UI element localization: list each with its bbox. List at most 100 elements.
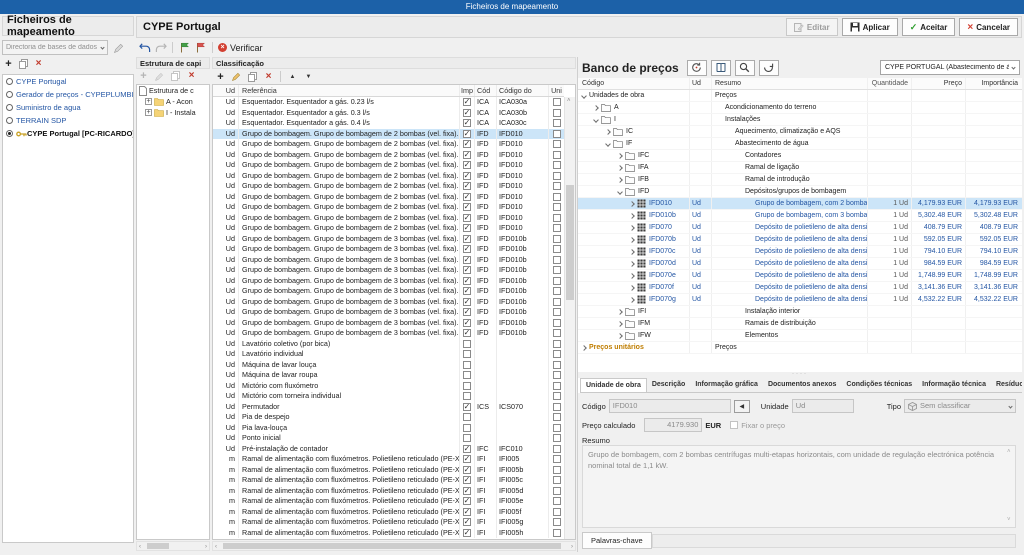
uni-checkbox[interactable] <box>553 182 561 190</box>
uni-checkbox[interactable] <box>553 403 561 411</box>
classification-row[interactable]: UdPermutadorICSICS070 <box>213 402 564 413</box>
classification-row[interactable]: mRamal de alimentação com fluxómetros. P… <box>213 517 564 528</box>
uni-checkbox[interactable] <box>553 529 561 537</box>
uni-checkbox[interactable] <box>553 277 561 285</box>
classification-row[interactable]: UdGrupo de bombagem. Grupo de bombagem d… <box>213 265 564 276</box>
uni-checkbox[interactable] <box>553 424 561 432</box>
price-tree-row[interactable]: ICAquecimento, climatização e AQS <box>578 126 1022 138</box>
uni-checkbox[interactable] <box>553 518 561 526</box>
aceitar-button[interactable]: ✓ Aceitar <box>902 18 956 36</box>
scroll-right-icon[interactable]: › <box>571 544 573 550</box>
classification-row[interactable]: UdGrupo de bombagem. Grupo de bombagem d… <box>213 213 564 224</box>
col-resumo[interactable]: Resumo <box>712 78 868 89</box>
unidade-field[interactable]: Ud <box>792 399 854 413</box>
copy-chapter-button[interactable] <box>169 70 182 83</box>
editar-button[interactable]: Editar <box>786 18 838 36</box>
edit-chapter-button[interactable] <box>153 70 166 83</box>
imp-checkbox[interactable] <box>463 361 471 369</box>
redo-button[interactable] <box>154 41 167 54</box>
classification-row[interactable]: UdGrupo de bombagem. Grupo de bombagem d… <box>213 234 564 245</box>
classification-row[interactable]: mRamal de alimentação com fluxómetros. P… <box>213 465 564 476</box>
imp-checkbox[interactable] <box>463 172 471 180</box>
structure-hscrollbar[interactable]: ‹ › <box>136 541 210 551</box>
copy-row-button[interactable] <box>246 70 259 83</box>
cancelar-button[interactable]: × Cancelar <box>959 18 1018 36</box>
col-uni[interactable]: Uni <box>549 85 564 96</box>
expand-icon[interactable] <box>617 165 623 171</box>
price-tree-row[interactable]: Unidades de obraPreços <box>578 90 1022 102</box>
expand-icon[interactable] <box>617 309 623 315</box>
uni-checkbox[interactable] <box>553 455 561 463</box>
imp-checkbox[interactable] <box>463 329 471 337</box>
imp-checkbox[interactable] <box>463 161 471 169</box>
price-tree-row[interactable]: IFDDepósitos/grupos de bombagem <box>578 186 1022 198</box>
undo-button[interactable] <box>138 41 151 54</box>
imp-checkbox[interactable] <box>463 109 471 117</box>
expand-icon[interactable] <box>629 285 635 291</box>
uni-checkbox[interactable] <box>553 235 561 243</box>
assign-code-button[interactable]: ◀ <box>734 400 750 413</box>
imp-checkbox[interactable] <box>463 319 471 327</box>
database-item[interactable]: Gerador de preços - CYPEPLUMBI.. <box>3 88 133 101</box>
classification-row[interactable]: mRamal de alimentação com fluxómetros. P… <box>213 486 564 497</box>
uni-checkbox[interactable] <box>553 308 561 316</box>
imp-checkbox[interactable] <box>463 350 471 358</box>
col-ud[interactable]: Ud <box>690 78 712 89</box>
tipo-dropdown[interactable]: Sem classificar <box>904 399 1016 413</box>
classification-row[interactable]: UdMáquina de lavar louça <box>213 360 564 371</box>
scroll-down-icon[interactable]: ˅ <box>1007 516 1011 525</box>
uni-checkbox[interactable] <box>553 487 561 495</box>
imp-checkbox[interactable] <box>463 214 471 222</box>
price-tree-row[interactable]: IFARamal de ligação <box>578 162 1022 174</box>
classification-row[interactable]: UdLavatório coletivo (por bica) <box>213 339 564 350</box>
tab-unidade-de-obra[interactable]: Unidade de obra <box>580 378 647 392</box>
move-up-button[interactable]: ▲ <box>286 70 299 83</box>
price-tree-row[interactable]: IFMRamais de distribuição <box>578 318 1022 330</box>
imp-checkbox[interactable] <box>463 298 471 306</box>
uni-checkbox[interactable] <box>553 371 561 379</box>
col-codigo[interactable]: Código <box>578 78 690 89</box>
verify-button[interactable]: × Verificar <box>218 41 263 54</box>
classification-row[interactable]: mRamal de alimentação com fluxómetros. P… <box>213 507 564 518</box>
uni-checkbox[interactable] <box>553 508 561 516</box>
classification-row[interactable]: UdGrupo de bombagem. Grupo de bombagem d… <box>213 129 564 140</box>
radio-button-icon[interactable] <box>6 130 13 137</box>
scroll-thumb[interactable] <box>147 543 169 549</box>
uni-checkbox[interactable] <box>553 298 561 306</box>
imp-checkbox[interactable] <box>463 392 471 400</box>
classification-row[interactable]: mRamal de alimentação com fluxómetros. P… <box>213 496 564 507</box>
uni-checkbox[interactable] <box>553 109 561 117</box>
copy-database-button[interactable] <box>17 58 30 71</box>
green-flag-button[interactable] <box>178 41 191 54</box>
col-ud[interactable]: Ud <box>213 85 239 96</box>
classification-row[interactable]: UdMictório com torneira individual <box>213 391 564 402</box>
refresh-button[interactable] <box>759 60 779 76</box>
collapse-icon[interactable] <box>617 189 623 195</box>
scroll-thumb[interactable] <box>566 185 574 300</box>
price-tree-row[interactable]: IFD070bUdDepósito de polietileno de alta… <box>578 234 1022 246</box>
add-row-button[interactable]: + <box>214 70 227 83</box>
scroll-up-icon[interactable]: ˄ <box>567 98 571 104</box>
classification-row[interactable]: UdGrupo de bombagem. Grupo de bombagem d… <box>213 255 564 266</box>
imp-checkbox[interactable] <box>463 266 471 274</box>
classification-row[interactable]: UdMáquina de lavar roupa <box>213 370 564 381</box>
imp-checkbox[interactable] <box>463 413 471 421</box>
uni-checkbox[interactable] <box>553 245 561 253</box>
col-imp[interactable]: Imp <box>460 85 475 96</box>
history-button[interactable] <box>687 60 707 76</box>
uni-checkbox[interactable] <box>553 287 561 295</box>
window-titlebar[interactable]: Ficheiros de mapeamento <box>0 0 1024 14</box>
uni-checkbox[interactable] <box>553 319 561 327</box>
classification-row[interactable]: UdGrupo de bombagem. Grupo de bombagem d… <box>213 318 564 329</box>
imp-checkbox[interactable] <box>463 182 471 190</box>
classification-row[interactable]: UdGrupo de bombagem. Grupo de bombagem d… <box>213 244 564 255</box>
imp-checkbox[interactable] <box>463 403 471 411</box>
uni-checkbox[interactable] <box>553 203 561 211</box>
expand-icon[interactable] <box>605 129 611 135</box>
expand-icon[interactable] <box>581 345 587 351</box>
uni-checkbox[interactable] <box>553 382 561 390</box>
codigo-field[interactable]: IFD010 <box>609 399 731 413</box>
classification-row[interactable]: UdGrupo de bombagem. Grupo de bombagem d… <box>213 150 564 161</box>
imp-checkbox[interactable] <box>463 466 471 474</box>
col-importancia[interactable]: Importância <box>966 78 1022 89</box>
